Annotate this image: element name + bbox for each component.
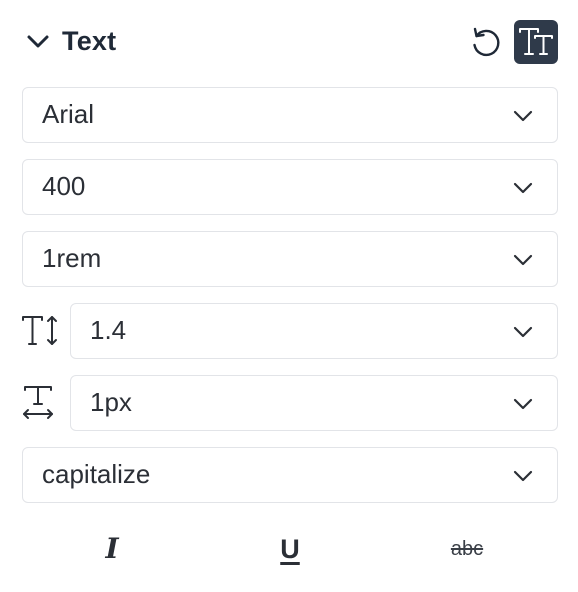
font-family-select[interactable]: Arial bbox=[22, 87, 558, 143]
line-height-icon bbox=[20, 311, 60, 351]
section-header: Text bbox=[22, 20, 558, 64]
chevron-down-icon bbox=[27, 35, 49, 48]
text-transform-value: capitalize bbox=[42, 459, 151, 489]
chevron-down-icon bbox=[511, 320, 535, 344]
collapse-button[interactable] bbox=[22, 26, 54, 58]
chevron-down-icon bbox=[511, 392, 535, 416]
text-transform-select[interactable]: capitalize bbox=[22, 447, 558, 503]
text-size-icon bbox=[519, 28, 553, 55]
letter-spacing-icon bbox=[20, 384, 60, 424]
font-weight-value: 400 bbox=[42, 171, 86, 201]
chevron-down-icon bbox=[511, 176, 535, 200]
line-height-select[interactable]: 1.4 bbox=[70, 303, 558, 359]
font-size-select[interactable]: 1rem bbox=[22, 231, 558, 287]
font-family-value: Arial bbox=[42, 99, 95, 129]
section-title: Text bbox=[62, 26, 117, 56]
reset-icon bbox=[473, 27, 500, 57]
letter-spacing-select[interactable]: 1px bbox=[70, 375, 558, 431]
text-settings-panel: Text Arial 400 1rem 1.4 1px capitalize I… bbox=[0, 0, 578, 592]
chevron-down-icon bbox=[511, 104, 535, 128]
reset-button[interactable] bbox=[466, 22, 506, 62]
underline-icon: U bbox=[280, 534, 300, 564]
chevron-down-icon bbox=[511, 464, 535, 488]
font-size-value: 1rem bbox=[42, 243, 102, 273]
italic-button[interactable]: I bbox=[82, 526, 142, 572]
strikethrough-icon: abc bbox=[450, 538, 484, 560]
strikethrough-button[interactable]: abc bbox=[437, 526, 497, 572]
chevron-down-icon bbox=[511, 248, 535, 272]
font-weight-select[interactable]: 400 bbox=[22, 159, 558, 215]
letter-spacing-value: 1px bbox=[90, 387, 132, 417]
typography-toggle-button[interactable] bbox=[514, 20, 558, 64]
line-height-value: 1.4 bbox=[90, 315, 127, 345]
underline-button[interactable]: U bbox=[260, 526, 320, 572]
italic-icon: I bbox=[105, 532, 119, 565]
